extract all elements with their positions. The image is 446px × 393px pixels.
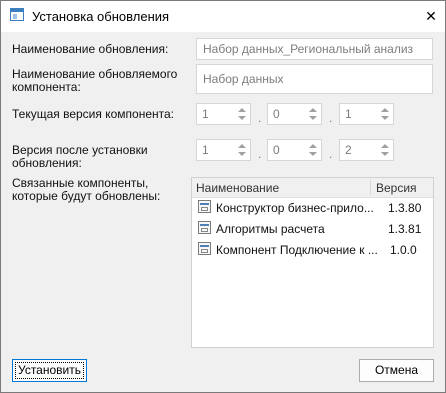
window-icon bbox=[10, 8, 24, 21]
grid-cell-name: Алгоритмы расчета bbox=[216, 222, 325, 236]
stepper-down-icon[interactable] bbox=[381, 116, 389, 120]
version-separator: . bbox=[258, 147, 262, 161]
new-version-major-stepper[interactable]: 1 bbox=[196, 139, 251, 161]
grid-cell-version: 1.3.81 bbox=[388, 222, 422, 236]
grid-row[interactable]: Алгоритмы расчета 1.3.81 bbox=[192, 218, 433, 240]
component-icon bbox=[198, 200, 211, 213]
stepper-up-icon[interactable] bbox=[238, 144, 246, 148]
stepper-up-icon[interactable] bbox=[238, 108, 246, 112]
stepper-up-icon[interactable] bbox=[381, 108, 389, 112]
cancel-button[interactable]: Отмена bbox=[359, 359, 434, 382]
install-button[interactable]: Установить bbox=[12, 359, 87, 382]
stepper-down-icon[interactable] bbox=[381, 152, 389, 156]
grid-row[interactable]: Конструктор бизнес-прило... 1.3.80 bbox=[192, 197, 433, 219]
current-version-build-value: 1 bbox=[345, 107, 352, 121]
stepper-down-icon[interactable] bbox=[309, 152, 317, 156]
new-version-minor-stepper[interactable]: 0 bbox=[267, 139, 322, 161]
current-version-label: Текущая версия компонента: bbox=[12, 107, 174, 121]
component-icon bbox=[198, 221, 211, 234]
install-button-label: Установить bbox=[15, 362, 84, 379]
new-version-build-value: 2 bbox=[345, 143, 352, 157]
stepper-up-icon[interactable] bbox=[309, 108, 317, 112]
grid-cell-version: 1.0.0 bbox=[390, 243, 417, 257]
new-version-minor-value: 0 bbox=[273, 143, 280, 157]
new-version-build-stepper[interactable]: 2 bbox=[339, 139, 394, 161]
stepper-arrows[interactable] bbox=[236, 105, 248, 123]
column-divider[interactable] bbox=[370, 180, 371, 195]
update-install-dialog: Установка обновления ✕ Наименование обно… bbox=[0, 0, 446, 393]
stepper-down-icon[interactable] bbox=[238, 116, 246, 120]
new-version-label: Версия после установки обновления: bbox=[12, 143, 148, 170]
current-version-major-value: 1 bbox=[202, 107, 209, 121]
update-name-field[interactable]: Набор данных_Региональный анализ bbox=[196, 38, 433, 60]
stepper-up-icon[interactable] bbox=[309, 144, 317, 148]
component-icon bbox=[198, 242, 211, 255]
stepper-arrows[interactable] bbox=[236, 141, 248, 159]
stepper-arrows[interactable] bbox=[379, 141, 391, 159]
new-version-major-value: 1 bbox=[202, 143, 209, 157]
version-separator: . bbox=[329, 111, 333, 125]
stepper-arrows[interactable] bbox=[307, 105, 319, 123]
updated-component-field[interactable]: Набор данных bbox=[196, 64, 433, 94]
current-version-minor-value: 0 bbox=[273, 107, 280, 121]
column-header-name[interactable]: Наименование bbox=[196, 181, 279, 195]
stepper-down-icon[interactable] bbox=[309, 116, 317, 120]
related-components-grid[interactable]: Наименование Версия Конструктор бизнес-п… bbox=[191, 177, 434, 348]
close-icon[interactable]: ✕ bbox=[421, 6, 441, 26]
version-separator: . bbox=[258, 111, 262, 125]
column-header-version[interactable]: Версия bbox=[376, 181, 417, 195]
updated-component-label: Наименование обновляемого компонента: bbox=[12, 67, 178, 94]
window-title: Установка обновления bbox=[32, 9, 170, 24]
stepper-arrows[interactable] bbox=[379, 105, 391, 123]
related-components-label: Связанные компоненты, которые будут обно… bbox=[12, 176, 161, 203]
stepper-arrows[interactable] bbox=[307, 141, 319, 159]
stepper-up-icon[interactable] bbox=[381, 144, 389, 148]
current-version-minor-stepper[interactable]: 0 bbox=[267, 103, 322, 125]
current-version-major-stepper[interactable]: 1 bbox=[196, 103, 251, 125]
grid-header: Наименование Версия bbox=[192, 178, 433, 198]
grid-cell-version: 1.3.80 bbox=[388, 201, 422, 215]
grid-row[interactable]: Компонент Подключение к ... 1.0.0 bbox=[192, 239, 433, 261]
title-bar: Установка обновления ✕ bbox=[1, 1, 445, 32]
grid-cell-name: Конструктор бизнес-прило... bbox=[216, 201, 374, 215]
grid-cell-name: Компонент Подключение к ... bbox=[216, 243, 378, 257]
stepper-down-icon[interactable] bbox=[238, 152, 246, 156]
current-version-build-stepper[interactable]: 1 bbox=[339, 103, 394, 125]
version-separator: . bbox=[329, 147, 333, 161]
update-name-label: Наименование обновления: bbox=[12, 42, 169, 56]
